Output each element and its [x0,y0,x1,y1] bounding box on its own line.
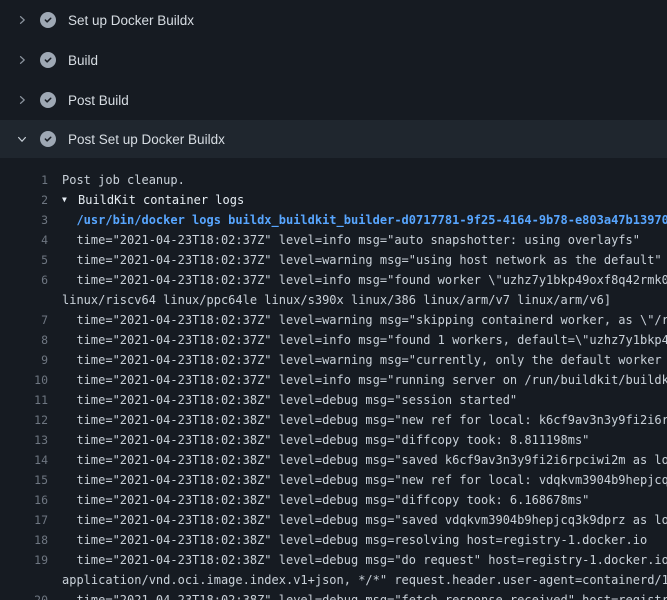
line-number [0,290,48,310]
log-text: time="2021-04-23T18:02:38Z" level=debug … [62,410,667,430]
line-number[interactable]: 7 [0,310,48,330]
line-number [0,570,48,590]
line-number[interactable]: 6 [0,270,48,290]
line-number[interactable]: 9 [0,350,48,370]
line-number[interactable]: 19 [0,550,48,570]
log-line: 14 time="2021-04-23T18:02:38Z" level=deb… [0,450,667,470]
log-line: 7 time="2021-04-23T18:02:37Z" level=warn… [0,310,667,330]
line-number[interactable]: 14 [0,450,48,470]
log-panel: 1 Post job cleanup. 2 ▼ BuildKit contain… [0,158,667,600]
log-line: 15 time="2021-04-23T18:02:38Z" level=deb… [0,470,667,490]
log-group-title: BuildKit container logs [78,190,667,210]
step-row-setup-docker-buildx[interactable]: Set up Docker Buildx [0,0,667,40]
line-number[interactable]: 1 [0,170,48,190]
log-line: 10 time="2021-04-23T18:02:37Z" level=inf… [0,370,667,390]
step-label: Build [68,53,98,68]
step-label: Post Set up Docker Buildx [68,132,225,147]
log-text: time="2021-04-23T18:02:38Z" level=debug … [62,470,667,490]
log-line: 16 time="2021-04-23T18:02:38Z" level=deb… [0,490,667,510]
step-label: Set up Docker Buildx [68,13,194,28]
log-line: 4 time="2021-04-23T18:02:37Z" level=info… [0,230,667,250]
line-number[interactable]: 10 [0,370,48,390]
log-text: time="2021-04-23T18:02:38Z" level=debug … [62,530,667,550]
steps-panel: Set up Docker Buildx Build Post Build Po… [0,0,667,158]
chevron-right-icon [14,92,30,108]
log-line-group-header[interactable]: 2 ▼ BuildKit container logs [0,190,667,210]
log-text: time="2021-04-23T18:02:37Z" level=warnin… [62,350,667,370]
chevron-down-icon [14,131,30,147]
step-row-post-build[interactable]: Post Build [0,80,667,120]
log-text: time="2021-04-23T18:02:37Z" level=warnin… [62,250,667,270]
log-line: 12 time="2021-04-23T18:02:38Z" level=deb… [0,410,667,430]
log-line: 20 time="2021-04-23T18:02:38Z" level=deb… [0,590,667,600]
line-number[interactable]: 13 [0,430,48,450]
log-line: 9 time="2021-04-23T18:02:37Z" level=warn… [0,350,667,370]
line-number[interactable]: 5 [0,250,48,270]
log-text: linux/riscv64 linux/ppc64le linux/s390x … [62,290,667,310]
log-text: Post job cleanup. [62,170,667,190]
log-text: time="2021-04-23T18:02:37Z" level=info m… [62,330,667,350]
line-number[interactable]: 15 [0,470,48,490]
chevron-right-icon [14,52,30,68]
line-number[interactable]: 2 [0,190,48,210]
line-number[interactable]: 12 [0,410,48,430]
log-line: 6 time="2021-04-23T18:02:37Z" level=info… [0,270,667,290]
log-line: 13 time="2021-04-23T18:02:38Z" level=deb… [0,430,667,450]
check-circle-icon [40,52,56,68]
log-text: application/vnd.oci.image.index.v1+json,… [62,570,667,590]
check-circle-icon [40,92,56,108]
step-row-build[interactable]: Build [0,40,667,80]
log-text: time="2021-04-23T18:02:37Z" level=warnin… [62,310,667,330]
log-text: time="2021-04-23T18:02:38Z" level=debug … [62,430,667,450]
log-text: time="2021-04-23T18:02:38Z" level=debug … [62,590,667,600]
line-number[interactable]: 8 [0,330,48,350]
log-line: 1 Post job cleanup. [0,170,667,190]
log-line: 8 time="2021-04-23T18:02:37Z" level=info… [0,330,667,350]
line-number[interactable]: 17 [0,510,48,530]
log-line-continuation: linux/riscv64 linux/ppc64le linux/s390x … [0,290,667,310]
log-line: 5 time="2021-04-23T18:02:37Z" level=warn… [0,250,667,270]
log-text: time="2021-04-23T18:02:37Z" level=info m… [62,270,667,290]
line-number[interactable]: 4 [0,230,48,250]
command-text: /usr/bin/docker logs buildx_buildkit_bui… [62,210,667,230]
log-text: time="2021-04-23T18:02:37Z" level=info m… [62,230,667,250]
log-text: time="2021-04-23T18:02:38Z" level=debug … [62,550,667,570]
line-number[interactable]: 16 [0,490,48,510]
log-text: time="2021-04-23T18:02:37Z" level=info m… [62,370,667,390]
log-line: 19 time="2021-04-23T18:02:38Z" level=deb… [0,550,667,570]
log-text: time="2021-04-23T18:02:38Z" level=debug … [62,510,667,530]
step-label: Post Build [68,93,129,108]
log-line: 18 time="2021-04-23T18:02:38Z" level=deb… [0,530,667,550]
log-line: 11 time="2021-04-23T18:02:38Z" level=deb… [0,390,667,410]
log-text: time="2021-04-23T18:02:38Z" level=debug … [62,490,667,510]
line-number[interactable]: 3 [0,210,48,230]
check-circle-icon [40,131,56,147]
log-line-continuation: application/vnd.oci.image.index.v1+json,… [0,570,667,590]
line-number[interactable]: 20 [0,590,48,600]
line-number[interactable]: 11 [0,390,48,410]
log-text: time="2021-04-23T18:02:38Z" level=debug … [62,390,667,410]
log-line: 17 time="2021-04-23T18:02:38Z" level=deb… [0,510,667,530]
log-line-command: 3 /usr/bin/docker logs buildx_buildkit_b… [0,210,667,230]
chevron-right-icon [14,12,30,28]
step-row-post-setup-docker-buildx[interactable]: Post Set up Docker Buildx [0,120,667,158]
line-number[interactable]: 18 [0,530,48,550]
check-circle-icon [40,12,56,28]
log-text: time="2021-04-23T18:02:38Z" level=debug … [62,450,667,470]
group-toggle-icon[interactable]: ▼ [62,190,72,210]
